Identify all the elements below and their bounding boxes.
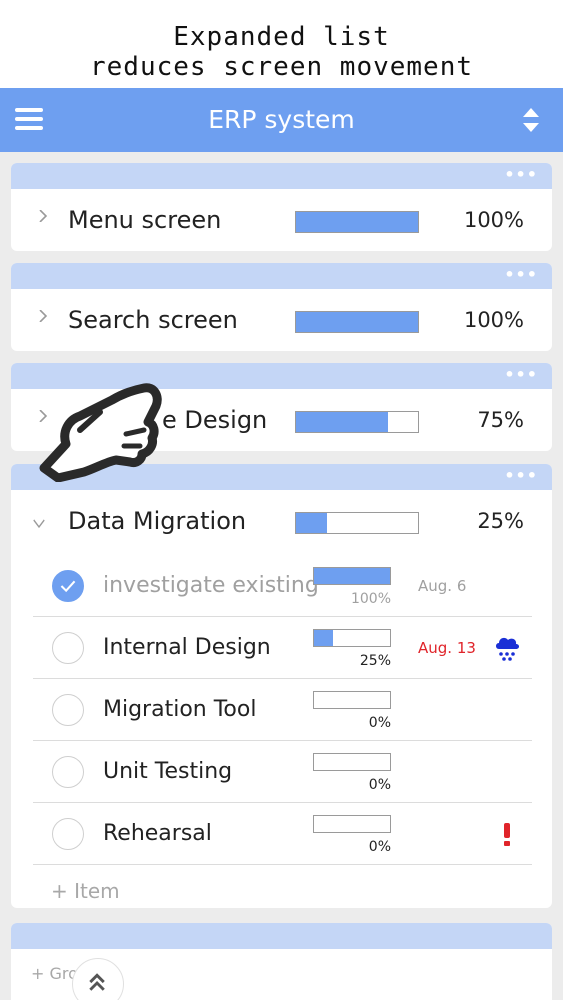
task-row[interactable]: investigate existing 100% Aug. 6 (33, 555, 532, 617)
add-item-button[interactable]: + Item (51, 879, 120, 903)
group-card-data-migration: ••• Data Migration 25% investigate exist… (11, 464, 552, 908)
chevron-right-icon[interactable] (37, 210, 49, 222)
checkmark-icon (60, 580, 76, 593)
group-name: Menu screen (68, 206, 222, 234)
task-checkbox[interactable] (52, 818, 84, 850)
caption-line-1: Expanded list (173, 22, 390, 52)
group-name: e Design (162, 406, 268, 434)
caption-line-2: reduces screen movement (89, 52, 474, 82)
task-percent: 0% (368, 715, 391, 731)
task-row[interactable]: Internal Design 25% Aug. 13 (33, 617, 532, 679)
task-progress-bar (313, 691, 391, 709)
app-header: ERP system (0, 88, 563, 152)
task-row[interactable]: Unit Testing 0% (33, 741, 532, 803)
task-percent: 0% (368, 839, 391, 855)
group-percent: 100% (463, 208, 524, 232)
task-row[interactable]: Rehearsal 0% (33, 803, 532, 865)
group-progress-bar (295, 512, 419, 534)
group-card-search-screen: ••• Search screen 100% (11, 263, 552, 351)
group-percent: 25% (477, 509, 524, 533)
group-progress-bar (295, 211, 419, 233)
rain-cloud-icon (496, 637, 519, 661)
task-percent: 0% (368, 777, 391, 793)
scroll-to-top-button[interactable] (72, 958, 124, 1000)
group-percent: 75% (477, 408, 524, 432)
task-due-date: Aug. 6 (418, 577, 467, 595)
task-checkbox-checked[interactable] (52, 570, 84, 602)
pointing-hand-icon (39, 383, 162, 482)
task-due-date: Aug. 13 (418, 639, 476, 657)
task-progress-bar (313, 753, 391, 771)
chevron-down-icon[interactable] (31, 517, 47, 529)
group-name: Data Migration (68, 507, 247, 535)
task-percent: 25% (359, 653, 391, 669)
task-progress-bar (313, 815, 391, 833)
app-title: ERP system (208, 105, 355, 134)
task-checkbox[interactable] (52, 756, 84, 788)
group-options-icon[interactable]: ••• (504, 167, 538, 183)
task-row[interactable]: Migration Tool 0% (33, 679, 532, 741)
group-row[interactable]: Data Migration 25% (11, 490, 552, 552)
add-group-button[interactable]: + Gro (31, 964, 78, 983)
group-options-icon[interactable]: ••• (504, 367, 538, 383)
task-percent: 100% (350, 591, 391, 607)
sort-arrows-icon[interactable] (521, 106, 541, 134)
group-progress-bar (295, 411, 419, 433)
task-name: Rehearsal (103, 821, 212, 846)
double-chevron-up-icon (89, 973, 105, 991)
task-progress-bar (313, 567, 391, 585)
group-name: Search screen (68, 306, 238, 334)
chevron-right-icon[interactable] (37, 310, 49, 322)
group-card-menu-screen: ••• Menu screen 100% (11, 163, 552, 251)
task-checkbox[interactable] (52, 694, 84, 726)
exclamation-icon (504, 823, 510, 846)
group-options-icon[interactable]: ••• (504, 468, 538, 484)
group-options-icon[interactable]: ••• (504, 267, 538, 283)
task-name: Unit Testing (103, 759, 233, 784)
group-progress-bar (295, 311, 419, 333)
group-row[interactable]: Menu screen 100% (11, 189, 552, 251)
task-name: Internal Design (103, 635, 271, 660)
task-name: investigate existing (103, 573, 319, 598)
caption: Expanded list reduces screen movement (0, 0, 563, 88)
group-row[interactable]: Search screen 100% (11, 289, 552, 351)
task-checkbox[interactable] (52, 632, 84, 664)
group-percent: 100% (463, 308, 524, 332)
task-name: Migration Tool (103, 697, 257, 722)
task-progress-bar (313, 629, 391, 647)
